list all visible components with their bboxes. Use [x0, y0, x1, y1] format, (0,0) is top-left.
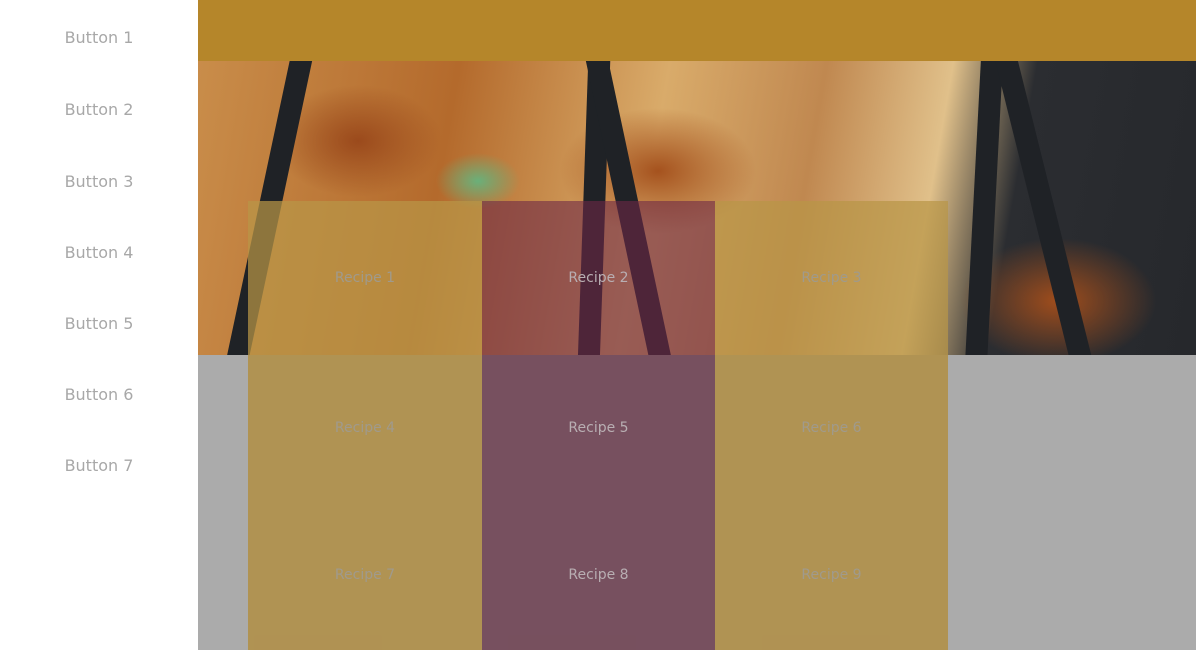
recipe-label: Recipe 8 — [568, 567, 629, 583]
sidebar-button-4[interactable]: Button 4 — [0, 233, 198, 273]
sidebar-button-3[interactable]: Button 3 — [0, 162, 198, 202]
recipe-tile-4[interactable]: Recipe 4 — [248, 355, 482, 500]
recipe-label: Recipe 3 — [801, 270, 862, 286]
sidebar-button-1[interactable]: Button 1 — [0, 18, 198, 58]
recipe-tile-2[interactable]: Recipe 2 — [482, 201, 715, 355]
sidebar-button-2[interactable]: Button 2 — [0, 90, 198, 130]
recipe-tile-7[interactable]: Recipe 7 — [248, 500, 482, 650]
sidebar-button-6[interactable]: Button 6 — [0, 375, 198, 415]
recipe-tile-1[interactable]: Recipe 1 — [248, 201, 482, 355]
recipe-tile-5[interactable]: Recipe 5 — [482, 355, 715, 500]
sidebar-button-7[interactable]: Button 7 — [0, 446, 198, 486]
sidebar-button-5[interactable]: Button 5 — [0, 304, 198, 344]
recipe-label: Recipe 2 — [568, 270, 629, 286]
recipe-tile-6[interactable]: Recipe 6 — [715, 355, 948, 500]
recipe-tile-8[interactable]: Recipe 8 — [482, 500, 715, 650]
sidebar: Button 1 Button 2 Button 3 Button 4 Butt… — [0, 0, 198, 650]
recipe-label: Recipe 7 — [334, 567, 396, 583]
recipe-label: Recipe 6 — [801, 419, 862, 436]
recipe-tile-3[interactable]: Recipe 3 — [715, 201, 948, 355]
recipe-label: Recipe 1 — [334, 270, 396, 286]
recipe-label: Recipe 9 — [801, 567, 862, 583]
recipe-label: Recipe 4 — [334, 419, 396, 436]
recipe-tile-9[interactable]: Recipe 9 — [715, 500, 948, 650]
recipe-label: Recipe 5 — [568, 419, 629, 436]
header-bar — [198, 0, 1196, 61]
